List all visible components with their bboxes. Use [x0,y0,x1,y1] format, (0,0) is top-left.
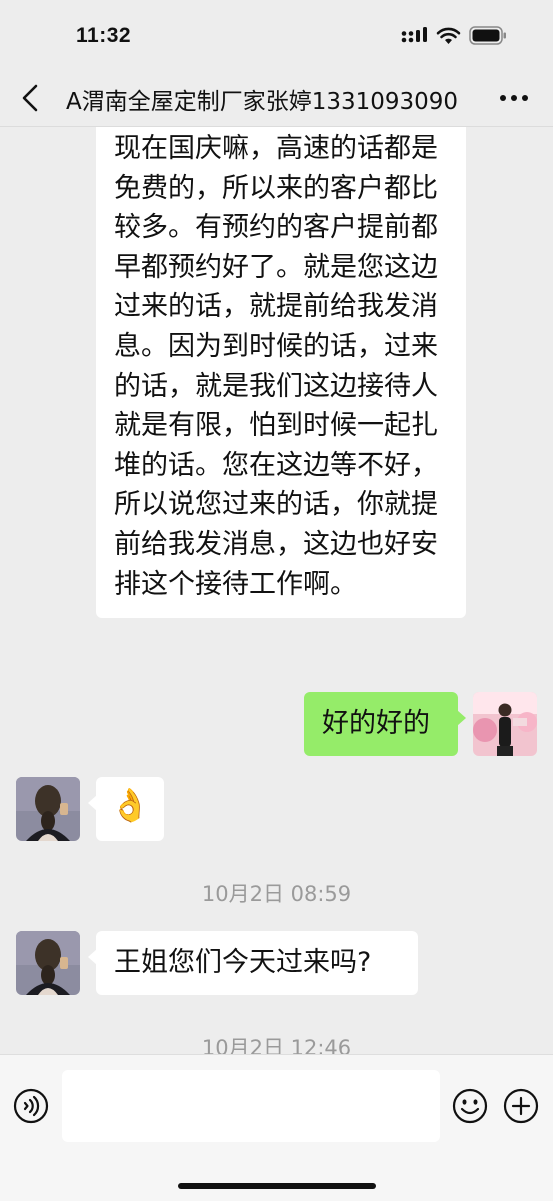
message-bubble-outgoing[interactable]: 好的好的 [304,692,458,756]
home-indicator[interactable] [178,1183,376,1189]
message-bubble-emoji[interactable]: 👌 [96,777,164,841]
bubble-tail [457,710,466,726]
battery-icon [469,26,506,45]
status-time: 11:32 [76,24,132,47]
timestamp: 10月2日 12:46 [201,1036,352,1054]
message-text: 好的好的 [322,708,430,739]
contact-avatar[interactable] [16,777,80,841]
cellular-signal-icon [401,27,427,43]
chat-header: A渭南全屋定制厂家张婷1331093090 [0,70,553,127]
voice-icon[interactable] [13,1088,49,1124]
more-dots-icon[interactable] [499,84,529,112]
message-bubble-incoming[interactable]: 王姐您们今天过来吗? [96,931,418,995]
contact-avatar[interactable] [16,931,80,995]
wifi-icon [436,27,461,44]
back-chevron-icon[interactable] [16,82,46,114]
message-bubble-incoming[interactable]: 现在国庆嘛，高速的话都是免费的，所以来的客户都比较多。有预约的客户提前都早都预约… [96,127,466,619]
status-bar: 11:32 [0,0,553,70]
my-avatar[interactable] [473,692,537,756]
emoji-icon[interactable] [452,1088,488,1124]
message-list[interactable]: 现在国庆嘛，高速的话都是免费的，所以来的客户都比较多。有预约的客户提前都早都预约… [0,127,553,1054]
message-text: 现在国庆嘛，高速的话都是免费的，所以来的客户都比较多。有预约的客户提前都早都预约… [114,133,438,600]
timestamp: 10月2日 08:59 [201,882,352,906]
ok-hand-emoji: 👌 [110,786,150,824]
message-text: 王姐您们今天过来吗? [114,947,372,978]
chat-title: A渭南全屋定制厂家张婷1331093090 [66,89,459,115]
plus-icon[interactable] [503,1088,539,1124]
message-input[interactable] [62,1070,440,1142]
status-icons [401,26,507,45]
input-bar [0,1054,553,1201]
